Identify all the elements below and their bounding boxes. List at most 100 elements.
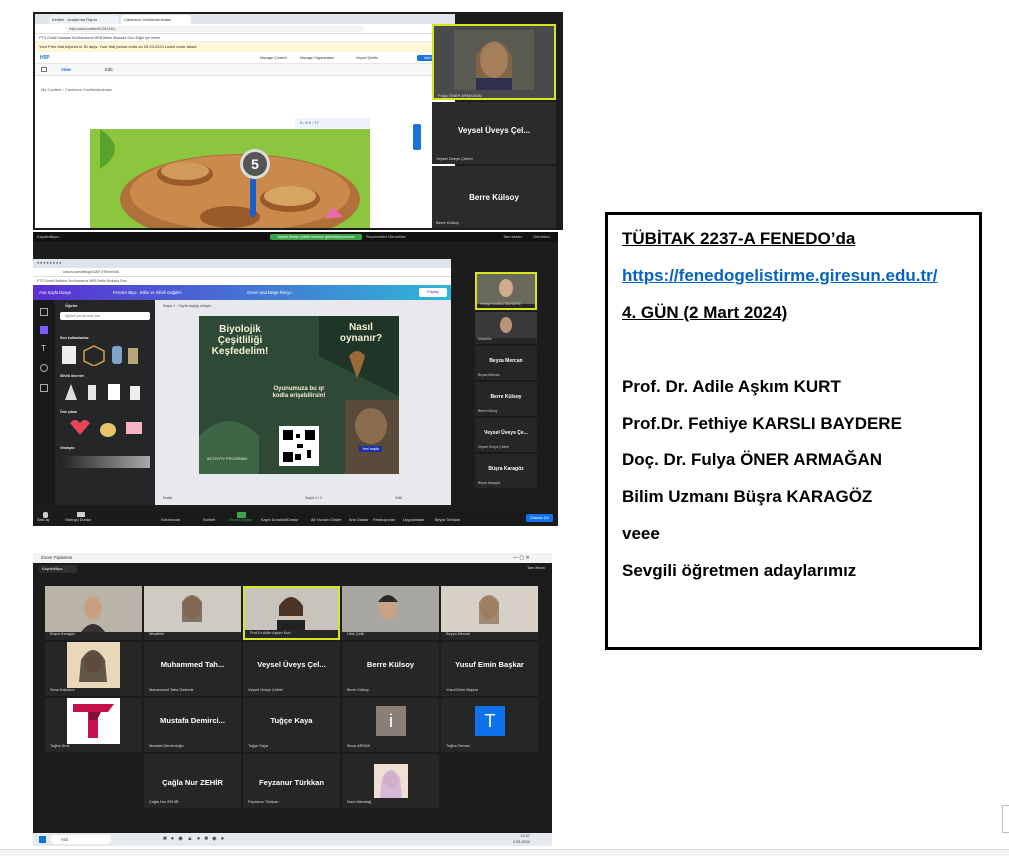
participant-tile[interactable]: Misafirler [144,586,241,640]
fullscreen-button[interactable]: Tam ekran [503,232,522,242]
leave-room-button[interactable]: Odadan Çık [526,514,553,522]
taskbar-clock[interactable]: 13:37 2.03.2024 [513,833,530,845]
participant-tile[interactable]: Tuğçe Kaya Tuğçe Kaya [243,698,340,752]
qr-code[interactable] [279,426,319,466]
participant-tile[interactable]: Sena Kabukcu [45,642,142,696]
page-label[interactable]: Sayfa 1 - Sayfa başlığı ekleyin [163,304,211,308]
uploads-icon[interactable] [40,384,48,392]
elements-icon[interactable] [40,326,48,334]
participant-tile[interactable]: Berre Külsoy Berre Külsoy [342,642,439,696]
stop-video-button[interactable]: Videoyu Durdur [65,518,91,522]
folder-icon[interactable] [41,67,47,72]
taskbar-date: 2.03.2024 [513,840,530,844]
browser-tab-active[interactable]: Canlıların Sınıflandırılması [121,15,191,24]
side-panel-toggle[interactable] [413,124,421,150]
participant-tile[interactable]: Mustafa Demirci... Mustafa Demircioğlu [144,698,241,752]
gradient-swatch[interactable] [60,456,150,468]
participant-tile[interactable]: i İlknur ARSAN [342,698,439,752]
view-options-button[interactable]: Seçenekleri Görüntüle [366,232,406,242]
slide-question[interactable]: Nasıl oynanır? [331,322,391,344]
browser-tabbar[interactable]: ● ● ● ● ● ● ● ● [33,259,451,268]
chat-button[interactable]: Sohbet [203,518,215,522]
design-icon[interactable] [40,308,48,316]
participant-tile[interactable]: Büşra Karagöz Büşra Karagöz [475,454,537,488]
participant-tile[interactable]: Misafirler [475,312,537,344]
reactions-button[interactable]: Reaksiyonlar [373,518,395,522]
participant-tile[interactable]: Yusuf Emin Başkar Yusuf Emin Başkar [441,642,538,696]
taskbar-apps[interactable]: ■●◆▲●■◆● [163,836,303,843]
connector-text: veee [622,524,660,543]
apps-button[interactable]: Uygulamalar [403,518,424,522]
bookmarks-bar[interactable]: PTS Gmail Haritalar Sınıflandırma MEB Be… [35,34,455,42]
featured-elements[interactable] [60,418,150,438]
recording-indicator[interactable]: Kaydediliyor... [37,232,62,242]
notes-button[interactable]: Notlar [163,496,173,500]
participant-tile-active[interactable]: Fulya ÖNER ARMAĞAN [432,24,556,100]
canva-side-rail[interactable]: T [33,300,55,505]
participant-tile[interactable]: Veysel Üveys Çe... Veysel Üveys Çelebi [475,418,537,452]
fullscreen-button[interactable]: Tam ekran [527,566,545,570]
taskbar-search[interactable]: Ara [51,835,111,844]
program-link[interactable]: https://fenedogelistirme.giresun.edu.tr/ [622,266,937,286]
participant-tile[interactable]: Beyza Mercan Beyza Mercan [475,346,537,380]
whiteboards-button[interactable]: Beyaz Tahtalar [435,518,460,522]
recording-indicator[interactable]: Kaydediliyor... [39,565,77,573]
captions-button[interactable]: Alt Yazıları Göster [311,518,341,522]
participant-tile[interactable]: Tuğba Ünal [45,698,142,752]
participants-button[interactable]: Katılımcılar [161,518,180,522]
view-button[interactable]: Görünüm [533,232,550,242]
h5p-logo[interactable]: H5P [40,55,50,61]
zoom-level[interactable]: %46 [395,496,402,500]
participant-tile[interactable]: Veysel Üveys Çel... Veysel Üveys Çelebi [432,102,556,164]
panel-title: Öğeler [65,303,78,308]
canva-project-title[interactable]: Fenden Biyo.. Bilim ve Sihirli Dağılım [113,285,182,300]
participant-tile[interactable]: Berre Külsoy Berre Külsoy [475,382,537,416]
windows-start-icon[interactable] [39,836,46,843]
mute-button[interactable]: Sesi aç [37,518,49,522]
game-canvas[interactable]: 5 [90,129,370,228]
brand-icon[interactable] [40,364,48,372]
manage-org-button[interactable]: Manage Organization [297,55,337,61]
canva-doc-name[interactable]: Green and Beige Recyc.. [247,285,294,300]
slide-qr-text[interactable]: Oyunumuza bu qr kodla erişebilirsin! [269,386,329,400]
browser-tab[interactable]: Kediler - Araştırma Rapor [49,15,119,24]
elements-search[interactable]: öğeleri ya da araç ara [60,312,150,320]
participant-tile[interactable]: T Tuğba Özmen [441,698,538,752]
participant-tile[interactable]: Büşra Karagöz [45,586,142,640]
share-screen-button[interactable]: Ekranı paylaş [229,518,252,522]
url-field[interactable]: h5p.com/content/1292161 [65,26,365,32]
canva-browser-window: ● ● ● ● ● ● ● ● canva.com/design/DAF-9Te… [33,259,451,505]
tab-view[interactable]: View [61,67,71,72]
breakout-rooms-button[interactable]: Ana Odalar [349,518,368,522]
canva-share-button[interactable]: Paylaş [419,288,447,297]
tab-edit[interactable]: Edit [105,67,113,72]
manage-content-button[interactable]: Manage Content [257,55,290,61]
user-menu[interactable]: Veysel Çelebi [353,55,381,61]
text-icon[interactable]: T [41,344,46,353]
program-title: TÜBİTAK 2237-A FENEDO’da [622,229,856,248]
pause-recording-button[interactable]: Kaydı Duraklat/Durdur [261,518,299,522]
participant-video [454,30,534,90]
breadcrumb[interactable]: My Content › Canlıların Sınıflandırılmas… [41,87,112,92]
slide-title[interactable]: Biyolojik Çeşitliliği Keşfedelim! [205,324,275,357]
camera-icon[interactable] [77,512,85,517]
participant-tile[interactable]: Çağla Nur ZEHİR Çağla Nur ZEHİR [144,754,241,808]
recent-elements[interactable] [60,344,150,367]
participant-tile[interactable]: Feyzanur Türkkan Feyzanur Türkkan [243,754,340,808]
magic-elements[interactable] [60,382,150,402]
participant-tile[interactable]: Beyza Mercan [441,586,538,640]
canva-slide[interactable]: Biyolojik Çeşitliliği Keşfedelim! Nasıl … [199,316,399,474]
participant-tile[interactable]: Ufuk Çelik [342,586,439,640]
menu-home[interactable]: Ana Sayfa [39,285,58,300]
participant-tile[interactable]: Veysel Üveys Çel... Veysel Üveys Çelebi [243,642,340,696]
participant-tile[interactable]: Muhammed Tah... Muhammed Taha Özdemir [144,642,241,696]
participant-tile[interactable]: Berre Külsoy Berre Külsoy [432,166,556,228]
edge-widget[interactable] [1002,805,1009,833]
participant-tile-active[interactable]: Fethiye KARSLI BAYDERE [475,272,537,310]
bookmarks-bar[interactable]: PTS Gmail Haritalar Sınıflandırma MEB Be… [33,277,451,285]
participant-tile-active[interactable]: Prof.Dr.Adile Aşkım Kurt [243,586,340,640]
menu-file[interactable]: Dosya [59,285,71,300]
window-controls[interactable]: — ▢ ✕ [513,555,530,561]
url-field[interactable]: canva.com/design/DAF-9Tekm/edit [33,268,451,277]
participant-tile[interactable]: Nazlı Albostağ [342,754,439,808]
